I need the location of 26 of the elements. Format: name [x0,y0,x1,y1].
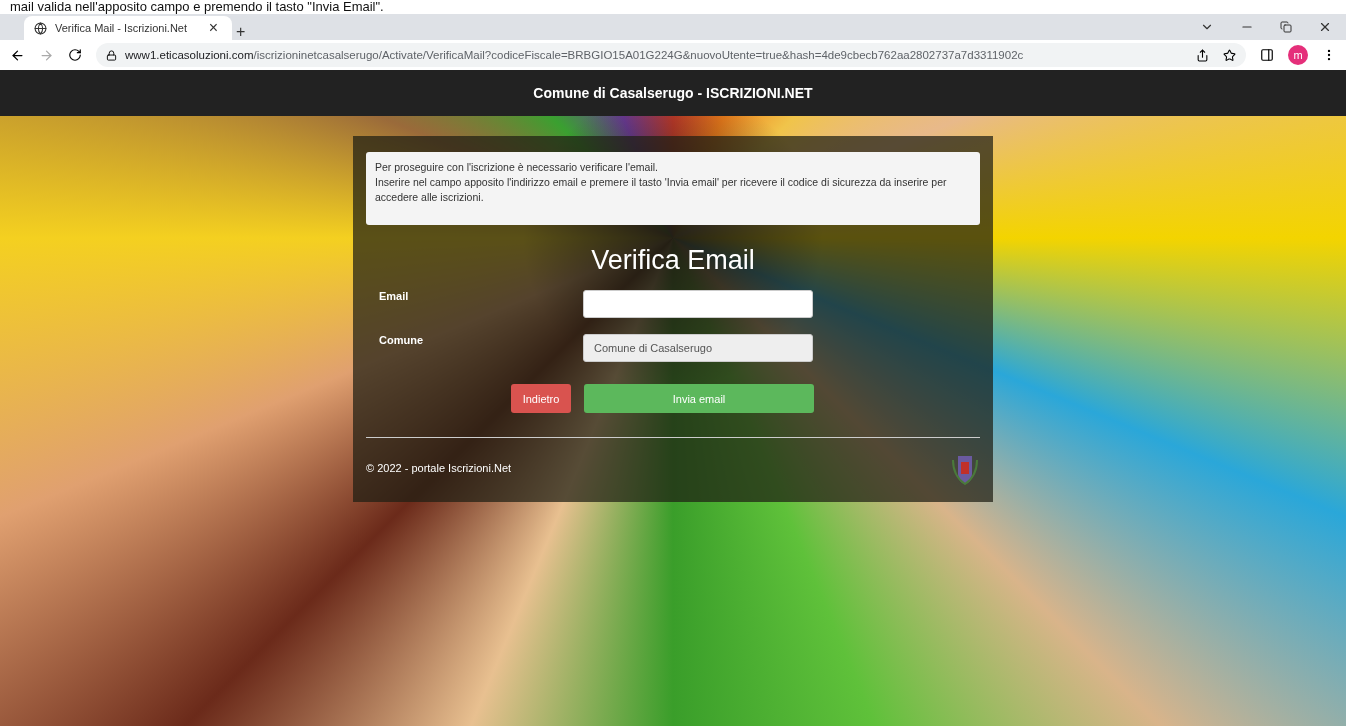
reload-icon[interactable] [68,48,82,62]
header-title: Comune di Casalserugo - ISCRIZIONI.NET [533,85,813,101]
notice-text: Inserire nel campo apposito l'indirizzo email e premere il tasto 'Invia email' per ricevere il codice di sicurezza da inserire per accedere alle iscrizioni. [375,175,948,205]
url-path: /iscrizioninetcasalserugo/Activate/VerificaMail?codiceFiscale=BRBGIO15A01G224G&nuovoUtente=true&hash=4de9cbecb762aa2802737a7d3311902c [253,49,1024,61]
close-tab-button[interactable]: × [204,20,222,36]
new-tab-button[interactable]: + [232,24,250,40]
url-host: www1.eticasoluzioni.com [125,49,254,61]
star-icon[interactable] [1223,48,1236,62]
profile-avatar[interactable]: m [1288,45,1308,65]
share-icon[interactable] [1196,48,1209,62]
side-panel-icon[interactable] [1260,48,1274,62]
back-button[interactable]: Indietro [511,384,571,413]
back-icon[interactable] [10,47,25,63]
address-bar[interactable]: www1.eticasoluzioni.com/iscrizioninetcasalserugo/Activate/VerificaMail?codiceFiscale=BRBGIO15A01G224G&nuovoUtente=true&hash=4de9cbecb762aa2802737a7d3311902c [96,43,1246,67]
field-label: Email [378,290,409,302]
input-field[interactable] [583,290,813,318]
close-icon[interactable] [1318,20,1332,34]
field-label: Comune [378,334,423,346]
copyright-text: © 2022 - portale Iscrizioni.Net [366,462,512,474]
browser-tab[interactable]: Verifica Mail - Iscrizioni.Net × [24,16,232,40]
caption-text: mail valida nell'apposito campo e premendo il tasto "Invia Email". [9,0,385,14]
globe-icon[interactable] [34,21,47,35]
restore-icon[interactable] [1280,21,1292,33]
form-title: Verifica Email [590,245,756,276]
notice-text: Per proseguire con l'iscrizione è necessario verificare l'email. [375,160,659,175]
lock-icon [106,49,117,61]
